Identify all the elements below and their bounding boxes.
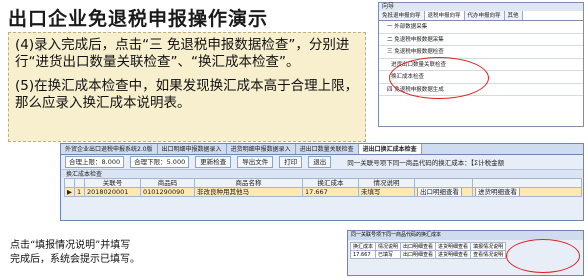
tab-agent-wizard[interactable]: 代办申报向导 [464, 11, 505, 20]
upper-limit-field: 合理上限：8.000 [65, 156, 125, 168]
instruction-step-5: (5)在换汇成本检查中，如果发现换汇成本高于合理上限，那么应录入换汇成本说明表。 [15, 78, 359, 111]
note-line-1: 点击“填报情况说明”并填写 [10, 240, 131, 251]
instruction-step-4: (4)录入完成后，点击“三 免退税申报数据检查”，分别进行“进货出口数量关联检查… [15, 37, 350, 70]
thumb-cell: 进货明细查看 [435, 250, 472, 259]
note-line-2: 完成后，系统会提示已填写。 [10, 254, 140, 265]
tab-quantity-check[interactable]: 进出口数量关联检查 [296, 144, 359, 154]
app-tabs: 外贸企业出口退税申报系统2.0版 出口明细申报数据录入 进货明细申报数据录入 进… [61, 144, 583, 155]
thumb-cell: 已填写 [375, 250, 402, 259]
thumb-cell: 出口明细查看 [400, 250, 437, 259]
thumb-cell: 情况说明 [375, 242, 402, 251]
refresh-check-button[interactable]: 更新检查 [195, 156, 232, 168]
tab-exchange-cost-check[interactable]: 进出口换汇成本检查 [358, 144, 422, 154]
wizard-panel: 向导 免抵退申报向导 退税申报向导 代办申报向导 其他 一 外部数据采集 二 免… [378, 2, 584, 127]
row-index: 1 [74, 187, 85, 197]
col-header-index [74, 178, 85, 188]
wizard-item-data-check[interactable]: 三 免退税申报数据检查 [379, 46, 583, 59]
highlight-circle [506, 239, 580, 273]
wizard-item-data-collection[interactable]: 二 免退税申报数据采集 [379, 34, 583, 46]
cell-exchange-cost: 17.667 [302, 187, 359, 197]
col-header-product-code: 商品码 [140, 178, 195, 188]
instruction-box: (4)录入完成后，点击“三 免退税申报数据检查”，分别进行“进货出口数量关联检查… [8, 32, 366, 142]
export-file-button[interactable]: 导出文件 [237, 156, 274, 168]
print-button[interactable]: 打印 [279, 156, 303, 168]
wizard-title: 向导 [379, 3, 583, 11]
cell-product-code: 0101290090 [140, 187, 195, 197]
thumb-cell: 17.667 [349, 250, 377, 259]
view-purchase-detail-button[interactable]: 进货明细查看 [475, 188, 520, 196]
col-header-remark: 情况说明 [358, 178, 415, 188]
thumb-header-row: 换汇成本 情况说明 出口明细查看 进货明细查看 填报情况说明 [349, 242, 507, 251]
grid-caption: 换汇成本检查 [61, 169, 583, 178]
col-header-action-2 [472, 178, 582, 188]
thumb-table: 换汇成本 情况说明 出口明细查看 进货明细查看 填报情况说明 17.667 已填… [349, 242, 507, 259]
tab-purchase-entry[interactable]: 进货明细申报数据录入 [227, 144, 296, 154]
cell-remark: 未填写 [358, 187, 415, 197]
app-toolbar: 合理上限：8.000 合理下限：5.000 更新检查 导出文件 打印 退出 同一… [61, 155, 583, 169]
tab-system-home[interactable]: 外贸企业出口退税申报系统2.0版 [61, 144, 158, 154]
col-header-action-1 [414, 178, 473, 188]
table-header-row: 关联号 商品码 商品名称 换汇成本 情况说明 [64, 178, 582, 188]
thumb-cell: 填报情况说明 [470, 242, 507, 251]
tab-other[interactable]: 其他 [504, 11, 523, 20]
col-header-exchange-cost: 换汇成本 [302, 178, 359, 188]
page-title: 出口企业免退税申报操作演示 [8, 8, 269, 30]
formula-note: 同一关联号项下同一商品代码的换汇成本：【Σ计税金额 [347, 159, 505, 167]
bottom-note: 点击“填报情况说明”并填写 完成后，系统会提示已填写。 [10, 239, 140, 267]
table-row[interactable]: ▶ 1 2018020001 0101290090 非改良种用其他马 17.66… [64, 187, 582, 197]
col-header-link-no: 关联号 [84, 178, 141, 188]
thumb-cell: 换汇成本 [349, 242, 377, 251]
thumb-cell: 出口明细查看 [400, 242, 437, 251]
col-header-indicator [64, 178, 75, 188]
col-header-product-name: 商品名称 [194, 178, 303, 188]
row-indicator: ▶ [64, 187, 75, 197]
result-thumbnail: 同一关联号项下同一商品代码的换汇成本 换汇成本 情况说明 出口明细查看 进货明细… [347, 230, 584, 276]
highlight-circle [389, 57, 489, 99]
tab-refund-wizard[interactable]: 退税申报向导 [424, 11, 465, 20]
tab-mdt-wizard[interactable]: 免抵退申报向导 [379, 11, 425, 20]
lower-limit-field: 合理下限：5.000 [130, 156, 190, 168]
wizard-tabs: 免抵退申报向导 退税申报向导 代办申报向导 其他 [379, 11, 583, 21]
wizard-item-external-data[interactable]: 一 外部数据采集 [379, 21, 583, 34]
thumb-row: 17.667 已填写 出口明细查看 进货明细查看 查看情况说明 [349, 250, 507, 259]
view-export-detail-button[interactable]: 出口明细查看 [417, 188, 462, 196]
exit-button[interactable]: 退出 [308, 156, 332, 168]
app-window: 外贸企业出口退税申报系统2.0版 出口明细申报数据录入 进货明细申报数据录入 进… [60, 143, 584, 221]
thumb-cell: 进货明细查看 [435, 242, 472, 251]
cell-link-no: 2018020001 [84, 187, 141, 197]
view-purchase-detail-cell: 进货明细查看 [472, 187, 582, 197]
cell-product-name: 非改良种用其他马 [194, 187, 303, 197]
view-export-detail-cell: 出口明细查看 [414, 187, 473, 197]
thumb-cell: 查看情况说明 [470, 250, 507, 259]
exchange-cost-table: 关联号 商品码 商品名称 换汇成本 情况说明 ▶ 1 2018020001 01… [64, 178, 582, 197]
tab-export-entry[interactable]: 出口明细申报数据录入 [158, 144, 227, 154]
